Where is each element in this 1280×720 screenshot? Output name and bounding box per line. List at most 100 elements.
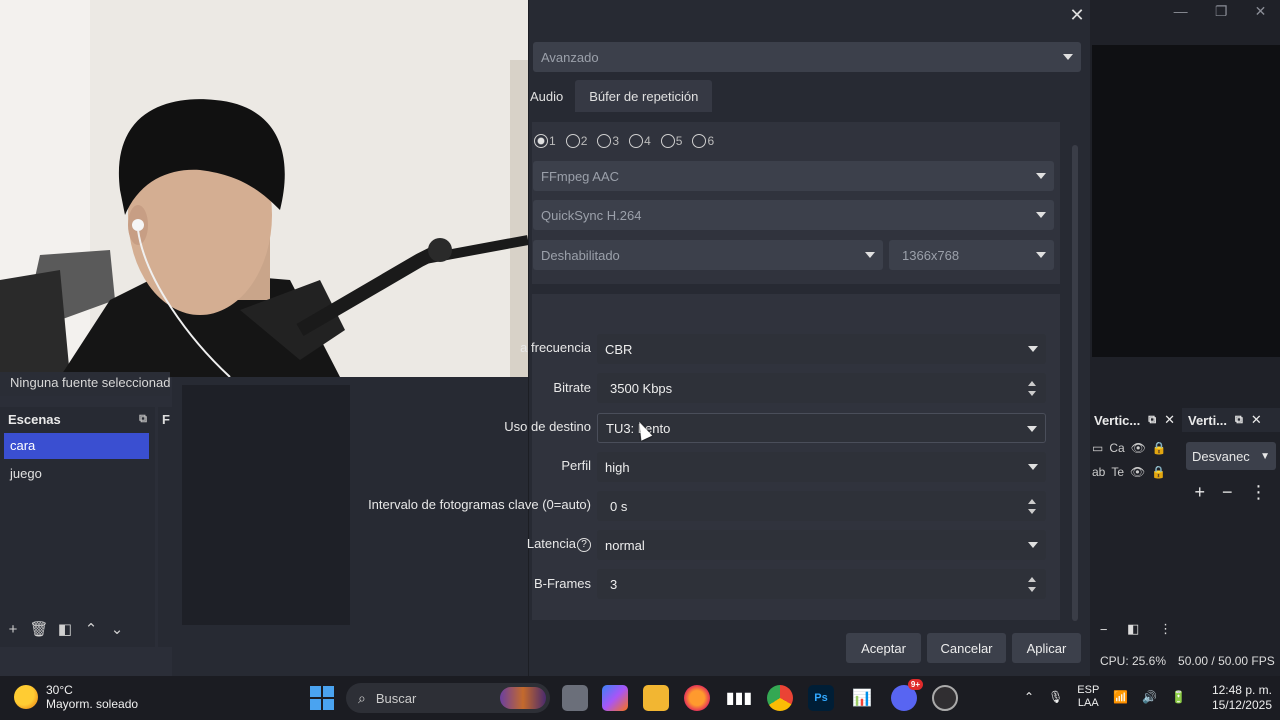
dock-source-item[interactable]: ▭ Ca 👁 🔒 bbox=[1090, 437, 1178, 459]
track-radio-6[interactable]: 6 bbox=[692, 134, 714, 148]
video-encoder-select[interactable]: QuickSync H.264 bbox=[533, 200, 1054, 230]
volume-icon[interactable]: 🔊 bbox=[1142, 690, 1157, 704]
copilot-icon[interactable] bbox=[602, 685, 628, 711]
search-icon: ⌕ bbox=[358, 689, 366, 706]
vertical-sources-dock-header: Vertic... ⧉ ✕ bbox=[1090, 408, 1178, 432]
latency-value: normal bbox=[605, 537, 645, 553]
chevron-down-icon bbox=[865, 252, 875, 258]
spin-up-icon[interactable] bbox=[1028, 499, 1036, 504]
rescale-mode-select[interactable]: Deshabilitado bbox=[533, 240, 883, 270]
spin-down-icon[interactable] bbox=[1028, 509, 1036, 514]
transition-select[interactable]: Desvanec ▼ bbox=[1186, 442, 1276, 470]
dock-toolbar: − ◧ ⋮ bbox=[1090, 618, 1182, 640]
track-radio-4[interactable]: 4 bbox=[629, 134, 651, 148]
bitrate-spinbox[interactable]: 3500 Kbps bbox=[597, 373, 1046, 403]
scenes-toolbar: + 🗑 ◧ ⌃ ⌄ bbox=[0, 617, 150, 641]
audio-meter-icon[interactable]: ▮▮▮ bbox=[726, 685, 752, 711]
spin-down-icon[interactable] bbox=[1028, 391, 1036, 396]
photoshop-icon[interactable]: Ps bbox=[808, 685, 834, 711]
eye-icon[interactable]: 👁 bbox=[1131, 441, 1146, 455]
apply-button[interactable]: Aplicar bbox=[1012, 633, 1081, 663]
more-icon[interactable]: ⋮ bbox=[1249, 482, 1267, 503]
track-number: 2 bbox=[580, 134, 588, 148]
lock-icon[interactable]: 🔒 bbox=[1152, 441, 1167, 455]
task-view-icon[interactable] bbox=[562, 685, 588, 711]
settings-category-list[interactable] bbox=[182, 385, 350, 625]
spin-up-icon[interactable] bbox=[1028, 381, 1036, 386]
scrollbar[interactable] bbox=[1072, 145, 1078, 621]
undock-icon[interactable]: ⧉ bbox=[139, 413, 147, 426]
keyframe-interval-spinbox[interactable]: 0 s bbox=[597, 491, 1046, 521]
lang-line1: ESP bbox=[1077, 684, 1100, 696]
accept-button[interactable]: Aceptar bbox=[846, 633, 921, 663]
rescale-resolution-select[interactable]: 1366x768 bbox=[889, 240, 1054, 270]
windows-start-icon[interactable] bbox=[310, 686, 334, 710]
chevron-down-icon bbox=[1036, 173, 1046, 179]
obs-icon[interactable] bbox=[932, 685, 958, 711]
battery-icon[interactable]: 🔋 bbox=[1171, 690, 1186, 704]
remove-icon[interactable]: − bbox=[1100, 622, 1108, 637]
weather-widget[interactable]: 30°C Mayorm. soleado bbox=[14, 683, 138, 711]
chevron-up-icon[interactable]: ⌃ bbox=[1024, 690, 1034, 704]
help-icon[interactable]: ? bbox=[577, 538, 591, 552]
remove-icon[interactable]: − bbox=[1222, 482, 1233, 503]
stats-app-icon[interactable]: 📊 bbox=[849, 685, 875, 711]
target-usage-select[interactable]: TU3: Lento bbox=[597, 413, 1046, 443]
video-encoder-value: QuickSync H.264 bbox=[541, 207, 642, 223]
radio-icon bbox=[629, 134, 644, 148]
obs-preview-canvas[interactable] bbox=[1092, 45, 1280, 357]
track-radio-5[interactable]: 5 bbox=[660, 134, 683, 148]
dock-source-item[interactable]: ab Te 👁 🔒 bbox=[1090, 461, 1178, 483]
track-number: 5 bbox=[675, 134, 683, 148]
move-up-icon[interactable]: ⌃ bbox=[78, 620, 104, 638]
cancel-button[interactable]: Cancelar bbox=[927, 633, 1006, 663]
dialog-close-icon[interactable]: ✕ bbox=[1064, 2, 1090, 28]
profile-select[interactable]: high bbox=[597, 452, 1046, 482]
track-radio-3[interactable]: 3 bbox=[597, 134, 619, 148]
spin-up-icon[interactable] bbox=[1028, 577, 1036, 582]
close-icon[interactable]: ✕ bbox=[1255, 3, 1267, 20]
audio-encoder-select[interactable]: FFmpeg AAC bbox=[533, 161, 1054, 191]
radio-icon bbox=[660, 134, 675, 148]
trash-icon[interactable]: 🗑 bbox=[26, 620, 52, 638]
more-icon[interactable]: ⋮ bbox=[1159, 621, 1172, 637]
radio-icon bbox=[597, 134, 612, 148]
spin-down-icon[interactable] bbox=[1028, 587, 1036, 592]
discord-icon[interactable]: 9+ bbox=[891, 679, 923, 711]
firefox-icon[interactable] bbox=[684, 685, 710, 711]
latency-select[interactable]: normal bbox=[597, 530, 1046, 560]
lock-icon[interactable]: 🔒 bbox=[1151, 465, 1166, 479]
add-icon[interactable]: + bbox=[1194, 482, 1205, 503]
undock-icon[interactable]: ⧉ bbox=[1235, 414, 1243, 427]
latency-label: Latencia bbox=[526, 536, 576, 551]
scene-item-cara[interactable]: cara bbox=[4, 433, 149, 459]
track-radio-2[interactable]: 2 bbox=[565, 134, 588, 148]
move-down-icon[interactable]: ⌄ bbox=[104, 620, 130, 638]
undock-icon[interactable]: ⧉ bbox=[1148, 414, 1156, 427]
wifi-icon[interactable]: 📶 bbox=[1113, 690, 1128, 704]
maximize-icon[interactable]: ❐ bbox=[1215, 3, 1228, 20]
track-number: 6 bbox=[707, 134, 715, 148]
filter-icon[interactable]: ◧ bbox=[1127, 621, 1139, 637]
rate-control-select[interactable]: CBR bbox=[597, 334, 1046, 364]
language-indicator[interactable]: ESP LAA bbox=[1077, 684, 1099, 710]
tab-replay-buffer[interactable]: Búfer de repetición bbox=[575, 80, 713, 112]
output-mode-select[interactable]: Avanzado bbox=[533, 42, 1081, 72]
close-icon[interactable]: ✕ bbox=[1251, 412, 1262, 428]
rate-control-value: CBR bbox=[605, 341, 633, 357]
microphone-icon[interactable]: 🎙 bbox=[1048, 690, 1063, 704]
eye-icon[interactable]: 👁 bbox=[1130, 465, 1145, 479]
minimize-icon[interactable]: — bbox=[1174, 3, 1188, 19]
tab-label: Búfer de repetición bbox=[589, 88, 699, 104]
filter-icon[interactable]: ◧ bbox=[52, 620, 78, 638]
scene-item-juego[interactable]: juego bbox=[4, 461, 149, 487]
add-scene-icon[interactable]: + bbox=[0, 621, 26, 638]
folder-icon[interactable] bbox=[643, 685, 669, 711]
close-icon[interactable]: ✕ bbox=[1164, 412, 1175, 428]
track-radio-1[interactable]: 1 bbox=[534, 134, 556, 148]
chrome-icon[interactable] bbox=[767, 685, 793, 711]
tab-audio[interactable]: Audio bbox=[528, 80, 575, 112]
taskbar-clock[interactable]: 12:48 p. m. 15/12/2025 bbox=[1200, 683, 1272, 713]
bframes-spinbox[interactable]: 3 bbox=[597, 569, 1046, 599]
taskbar-search[interactable]: ⌕ Buscar bbox=[346, 683, 550, 713]
